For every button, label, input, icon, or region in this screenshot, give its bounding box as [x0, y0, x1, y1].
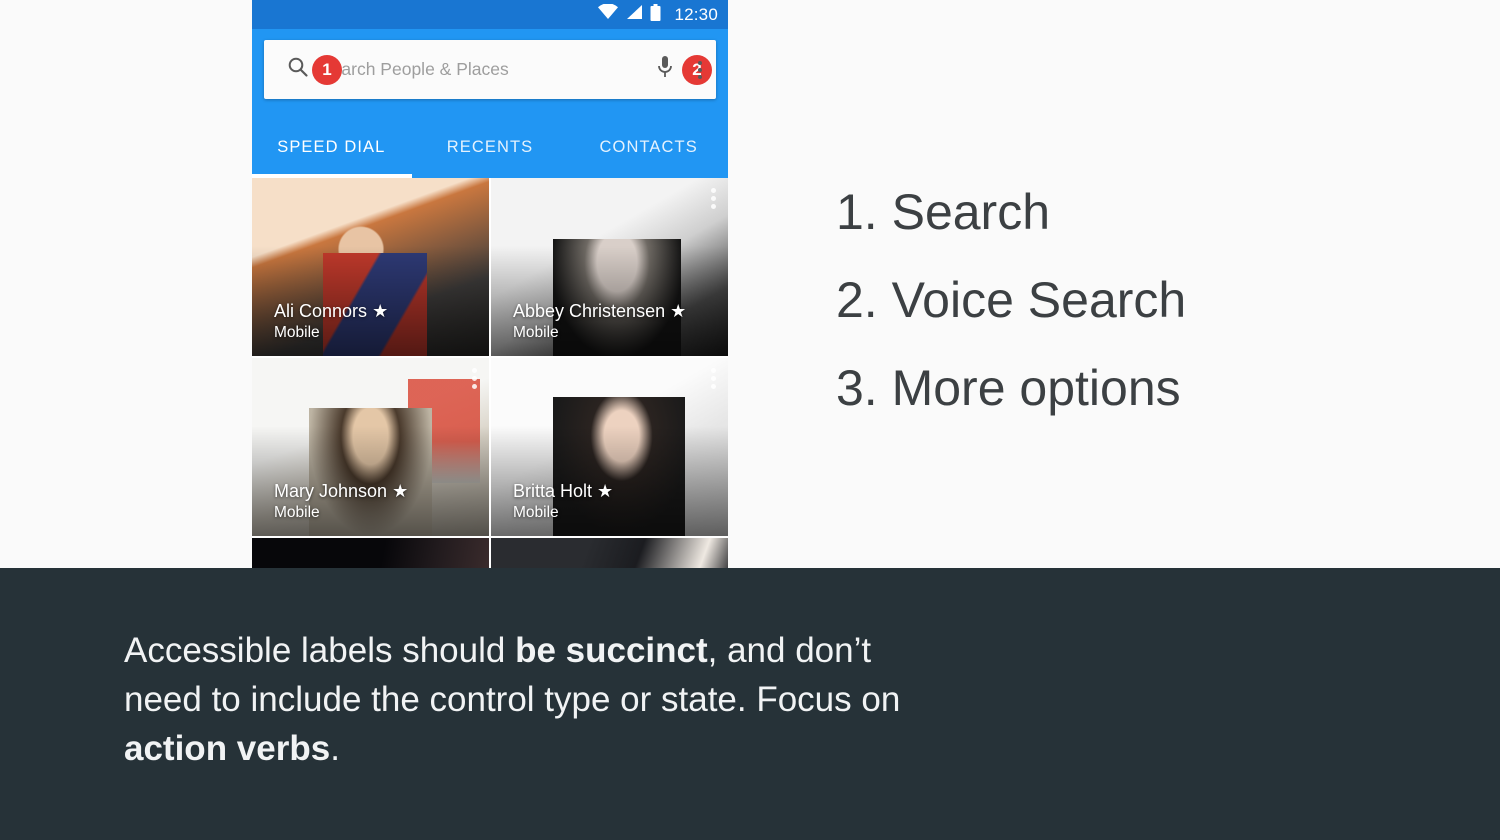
overflow-dot [698, 60, 702, 65]
overflow-dot [698, 67, 702, 72]
favorite-star-icon: ★ [372, 301, 389, 321]
favorite-star-icon: ★ [670, 301, 687, 321]
callout-legend: 1. Search 2. Voice Search 3. More option… [836, 168, 1186, 432]
contact-photo [252, 538, 489, 568]
contact-name: Abbey Christensen ★ [513, 301, 687, 321]
contact-label: Abbey Christensen ★ Mobile [491, 301, 728, 356]
search-bar-left[interactable]: Search People & Places 1 [264, 54, 654, 85]
contact-card-partial-left[interactable] [252, 538, 489, 568]
more-vertical-icon[interactable] [698, 60, 702, 79]
signal-icon [625, 4, 643, 25]
contact-photo [491, 538, 728, 568]
caption-band: Accessible labels should be succinct, an… [0, 568, 1500, 840]
caption-bold-2: action verbs [124, 729, 331, 768]
caption-part-3: . [330, 729, 340, 768]
favorite-star-icon: ★ [597, 481, 614, 501]
contact-row: Mary Johnson ★ Mobile Britta Holt ★ Mobi… [252, 358, 728, 536]
contact-row-partial [252, 538, 728, 568]
legend-item-3: 3. More options [836, 360, 1181, 416]
legend-item-1: 1. Search [836, 184, 1051, 240]
contact-subtitle: Mobile [274, 504, 320, 521]
microphone-icon[interactable] [654, 54, 676, 85]
search-bar-actions: 2 3 [654, 54, 716, 85]
tab-speed-dial[interactable]: SPEED DIAL [252, 116, 411, 178]
contact-name: Britta Holt ★ [513, 481, 614, 501]
contact-label: Britta Holt ★ Mobile [491, 481, 728, 536]
contact-subtitle: Mobile [513, 504, 559, 521]
card-more-vertical-icon[interactable] [472, 368, 477, 389]
overflow-dot [698, 74, 702, 79]
wifi-icon [598, 3, 619, 25]
caption-text: Accessible labels should be succinct, an… [124, 626, 944, 773]
contact-card-abbey-christensen[interactable]: Abbey Christensen ★ Mobile [491, 178, 728, 356]
phone-mockup: 12:30 Search People & Places 1 2 SPEED D… [252, 0, 728, 568]
app-bar: Search People & Places 1 2 SPEED DIAL RE… [252, 29, 728, 178]
status-bar: 12:30 [252, 0, 728, 29]
legend-item-2: 2. Voice Search [836, 272, 1187, 328]
tab-bar: SPEED DIAL RECENTS CONTACTS [252, 116, 728, 178]
search-icon[interactable] [286, 55, 310, 84]
contact-label: Ali Connors ★ Mobile [252, 301, 489, 356]
callout-badge-1: 1 [312, 54, 342, 85]
page-root: 12:30 Search People & Places 1 2 SPEED D… [0, 0, 1500, 840]
contact-card-britta-holt[interactable]: Britta Holt ★ Mobile [491, 358, 728, 536]
callout-badge-2: 2 [682, 54, 712, 85]
contact-name: Mary Johnson ★ [274, 481, 409, 501]
contact-label: Mary Johnson ★ Mobile [252, 481, 489, 536]
contact-subtitle: Mobile [274, 324, 320, 341]
card-more-vertical-icon[interactable] [711, 188, 716, 209]
status-bar-icons: 12:30 [598, 3, 718, 26]
battery-icon [650, 3, 661, 26]
contact-name: Ali Connors ★ [274, 301, 389, 321]
contact-row: Ali Connors ★ Mobile Abbey Christensen ★ [252, 178, 728, 356]
contact-card-partial-right[interactable] [491, 538, 728, 568]
status-bar-clock: 12:30 [674, 4, 718, 24]
caption-part-1: Accessible labels should [124, 631, 516, 670]
tab-recents[interactable]: RECENTS [411, 116, 570, 178]
caption-bold-1: be succinct [515, 631, 708, 670]
contact-card-ali-connors[interactable]: Ali Connors ★ Mobile [252, 178, 489, 356]
contact-card-mary-johnson[interactable]: Mary Johnson ★ Mobile [252, 358, 489, 536]
tab-contacts[interactable]: CONTACTS [569, 116, 728, 178]
search-input-placeholder[interactable]: Search People & Places [320, 59, 509, 80]
speed-dial-grid: Ali Connors ★ Mobile Abbey Christensen ★ [252, 178, 728, 568]
search-bar[interactable]: Search People & Places 1 2 [264, 40, 716, 99]
favorite-star-icon: ★ [392, 481, 409, 501]
contact-subtitle: Mobile [513, 324, 559, 341]
card-more-vertical-icon[interactable] [711, 368, 716, 389]
